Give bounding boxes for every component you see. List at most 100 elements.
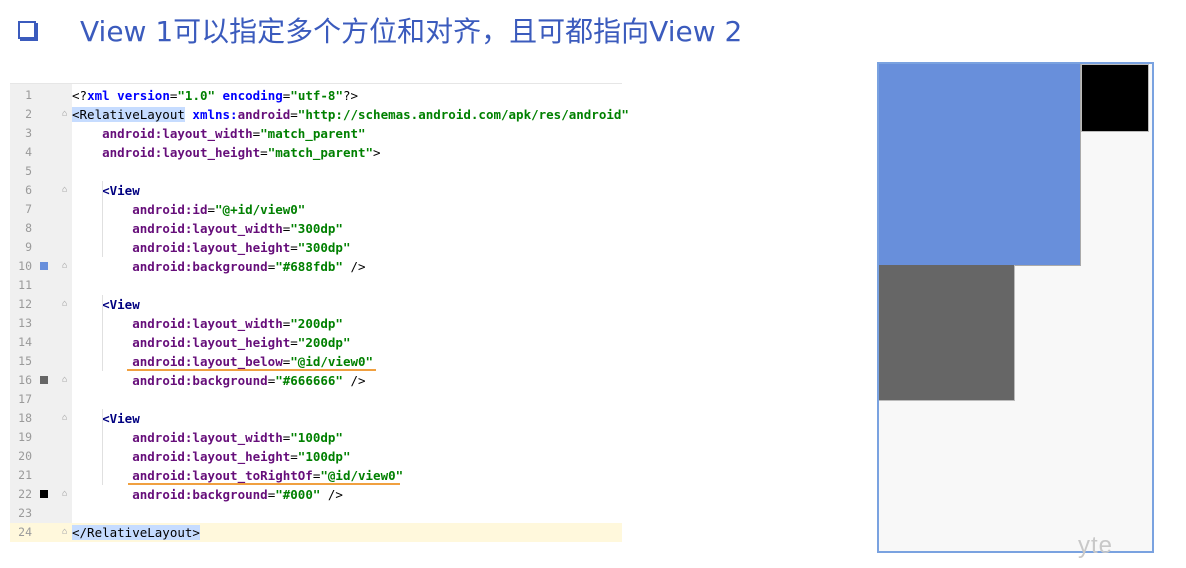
code-line[interactable]: 10 ⌂ android:background="#688fdb" />	[10, 257, 622, 276]
code-line[interactable]: 22 ⌂ android:background="#000" />	[10, 485, 622, 504]
line-number: 23	[18, 506, 32, 520]
code-text: <?xml version="1.0" encoding="utf-8"?>	[72, 86, 358, 105]
code-token: "@id/view0"	[320, 468, 404, 483]
code-text: android:layout_height="200dp"	[72, 333, 350, 352]
line-number: 17	[18, 392, 32, 406]
code-line[interactable]: 1 <?xml version="1.0" encoding="utf-8"?>	[10, 86, 622, 105]
fold-marker-icon[interactable]: ⌂	[62, 413, 71, 424]
color-swatch-icon	[40, 262, 48, 270]
view2-black-box	[1081, 64, 1149, 132]
code-token: />	[320, 487, 343, 502]
code-token: android:layout_width	[132, 221, 283, 236]
code-token: <RelativeLayout	[72, 107, 185, 122]
code-line[interactable]: 17	[10, 390, 622, 409]
watermark: yte	[1078, 532, 1114, 559]
code-line[interactable]: 23	[10, 504, 622, 523]
code-token: =	[290, 107, 298, 122]
code-token: android:layout_height	[102, 145, 261, 160]
code-token: "100dp"	[297, 449, 351, 464]
code-line[interactable]: 11	[10, 276, 622, 295]
indent-guide	[102, 295, 103, 371]
code-editor[interactable]: 1 <?xml version="1.0" encoding="utf-8"?> 2…	[10, 83, 629, 542]
color-swatch-icon	[40, 490, 48, 498]
code-line[interactable]: 3 android:layout_width="match_parent"	[10, 124, 622, 143]
color-swatch-icon	[40, 376, 48, 384]
line-number: 7	[25, 202, 32, 216]
code-text: android:background="#666666" />	[72, 371, 366, 390]
line-number: 18	[18, 411, 32, 425]
line-number: 10	[18, 259, 32, 273]
code-line[interactable]: 5	[10, 162, 622, 181]
code-line[interactable]: 16 ⌂ android:background="#666666" />	[10, 371, 622, 390]
line-number: 13	[18, 316, 32, 330]
code-token: android:layout_height	[132, 449, 291, 464]
line-number: 8	[25, 221, 32, 235]
code-text: </RelativeLayout>	[72, 523, 200, 542]
checkbox-bullet-icon	[18, 21, 36, 39]
indent-guide	[102, 409, 103, 485]
code-token: <?	[72, 88, 88, 103]
code-token: xmlns:	[184, 107, 238, 122]
fold-marker-icon[interactable]: ⌂	[62, 109, 71, 120]
code-token: =	[290, 449, 298, 464]
code-token: "match_parent"	[260, 126, 366, 141]
fold-marker-icon[interactable]: ⌂	[62, 299, 71, 310]
code-token: "100dp"	[290, 430, 343, 445]
code-token: =	[207, 202, 216, 217]
code-token: "#688fdb"	[275, 259, 343, 274]
line-number: 1	[25, 88, 32, 102]
line-number: 19	[18, 430, 32, 444]
code-token: =	[290, 240, 298, 255]
code-line[interactable]: 4 android:layout_height="match_parent">	[10, 143, 622, 162]
code-text: android:layout_height="100dp"	[72, 447, 350, 466]
code-token: <View	[102, 411, 140, 426]
code-token: android:layout_below	[132, 354, 283, 369]
code-line[interactable]: 24 ⌂ </RelativeLayout>	[10, 523, 622, 542]
code-line[interactable]: 2 ⌂ <RelativeLayout xmlns:android="http://…	[10, 105, 629, 124]
code-token: "utf-8"	[290, 88, 343, 103]
code-token: android:layout_height	[132, 335, 291, 350]
code-text: android:id="@+id/view0"	[72, 200, 305, 219]
line-number: 21	[18, 468, 32, 482]
line-number: 11	[18, 278, 32, 292]
line-number: 12	[18, 297, 32, 311]
code-token: xml version	[87, 88, 170, 103]
code-token: android:background	[132, 487, 268, 502]
line-number: 5	[25, 164, 32, 178]
code-token: "300dp"	[297, 240, 351, 255]
title-text: View 1可以指定多个方位和对齐，且可都指向View 2	[80, 15, 743, 48]
code-token: "300dp"	[290, 221, 343, 236]
code-text: android:background="#000" />	[72, 485, 343, 504]
code-text: <View	[72, 295, 140, 314]
code-token: />	[342, 373, 366, 388]
code-text: <View	[72, 181, 140, 200]
code-text: android:layout_width="match_parent"	[72, 124, 366, 143]
view1-gray-box	[879, 265, 1015, 401]
code-text: android:layout_width="300dp"	[72, 219, 343, 238]
line-number: 20	[18, 449, 32, 463]
highlight-underline	[127, 369, 376, 371]
fold-marker-icon[interactable]: ⌂	[62, 185, 71, 196]
code-text: android:layout_height="match_parent">	[72, 143, 380, 162]
code-token: encoding	[215, 88, 283, 103]
fold-marker-icon[interactable]: ⌂	[62, 375, 71, 386]
line-number: 24	[18, 525, 32, 539]
view0-blue-box	[879, 64, 1081, 266]
highlight-underline	[128, 483, 400, 485]
fold-marker-icon[interactable]: ⌂	[62, 489, 71, 500]
line-number: 14	[18, 335, 32, 349]
code-token: "#000"	[275, 487, 321, 502]
line-number: 16	[18, 373, 32, 387]
code-token: android:background	[132, 373, 268, 388]
code-token: <View	[102, 183, 140, 198]
code-token: "200dp"	[297, 335, 351, 350]
code-token: "match_parent"	[267, 145, 374, 160]
fold-marker-icon[interactable]: ⌂	[62, 527, 71, 538]
fold-marker-icon[interactable]: ⌂	[62, 261, 71, 272]
